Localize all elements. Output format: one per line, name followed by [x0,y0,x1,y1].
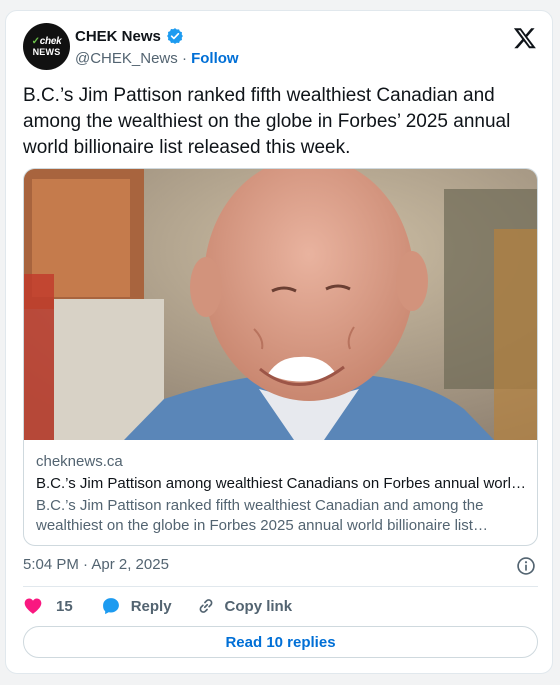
handle-row: @CHEK_News · Follow [75,50,239,67]
reply-button[interactable]: Reply [101,596,172,616]
like-button[interactable]: 15 [23,596,73,616]
reply-bubble-icon [102,598,119,615]
verified-badge-icon [166,28,183,44]
avatar[interactable]: ✓chek NEWS [23,23,70,70]
heart-icon [24,598,42,614]
copy-link-button[interactable]: Copy link [196,596,293,616]
like-count: 15 [56,597,73,615]
read-replies-button[interactable]: Read 10 replies [23,626,538,658]
avatar-text-bottom: NEWS [32,46,61,57]
checkmark-logo-icon: ✓ [31,35,40,47]
embedded-post-card: ✓chek NEWS CHEK News @CHEK_News · Follow… [5,10,553,674]
author-name-row: CHEK News [75,27,184,45]
info-icon[interactable] [516,556,536,576]
link-preview-meta: cheknews.ca B.C.’s Jim Pattison among we… [36,452,528,536]
link-title: B.C.’s Jim Pattison among wealthiest Can… [36,475,528,492]
post-timestamp[interactable]: 5:04 PM · Apr 2, 2025 [23,556,169,573]
author-handle[interactable]: @CHEK_News [75,50,178,67]
article-photo [24,169,537,440]
avatar-text-top: chek [39,35,62,47]
follow-button[interactable]: Follow [191,50,239,67]
post-text: B.C.’s Jim Pattison ranked fifth wealthi… [23,85,511,158]
read-replies-label: Read 10 replies [225,633,336,651]
link-preview-card[interactable]: cheknews.ca B.C.’s Jim Pattison among we… [23,168,538,546]
divider [23,586,538,587]
separator-dot: · [181,50,187,67]
link-description: B.C.’s Jim Pattison ranked fifth wealthi… [36,497,484,534]
reply-label: Reply [130,597,172,615]
x-logo-icon[interactable] [513,26,537,50]
action-bar: 15 Reply Copy link [23,596,292,616]
link-domain: cheknews.ca [36,453,123,470]
copy-link-label: Copy link [224,597,293,615]
link-chain-icon [199,599,212,613]
author-name[interactable]: CHEK News [75,28,161,45]
